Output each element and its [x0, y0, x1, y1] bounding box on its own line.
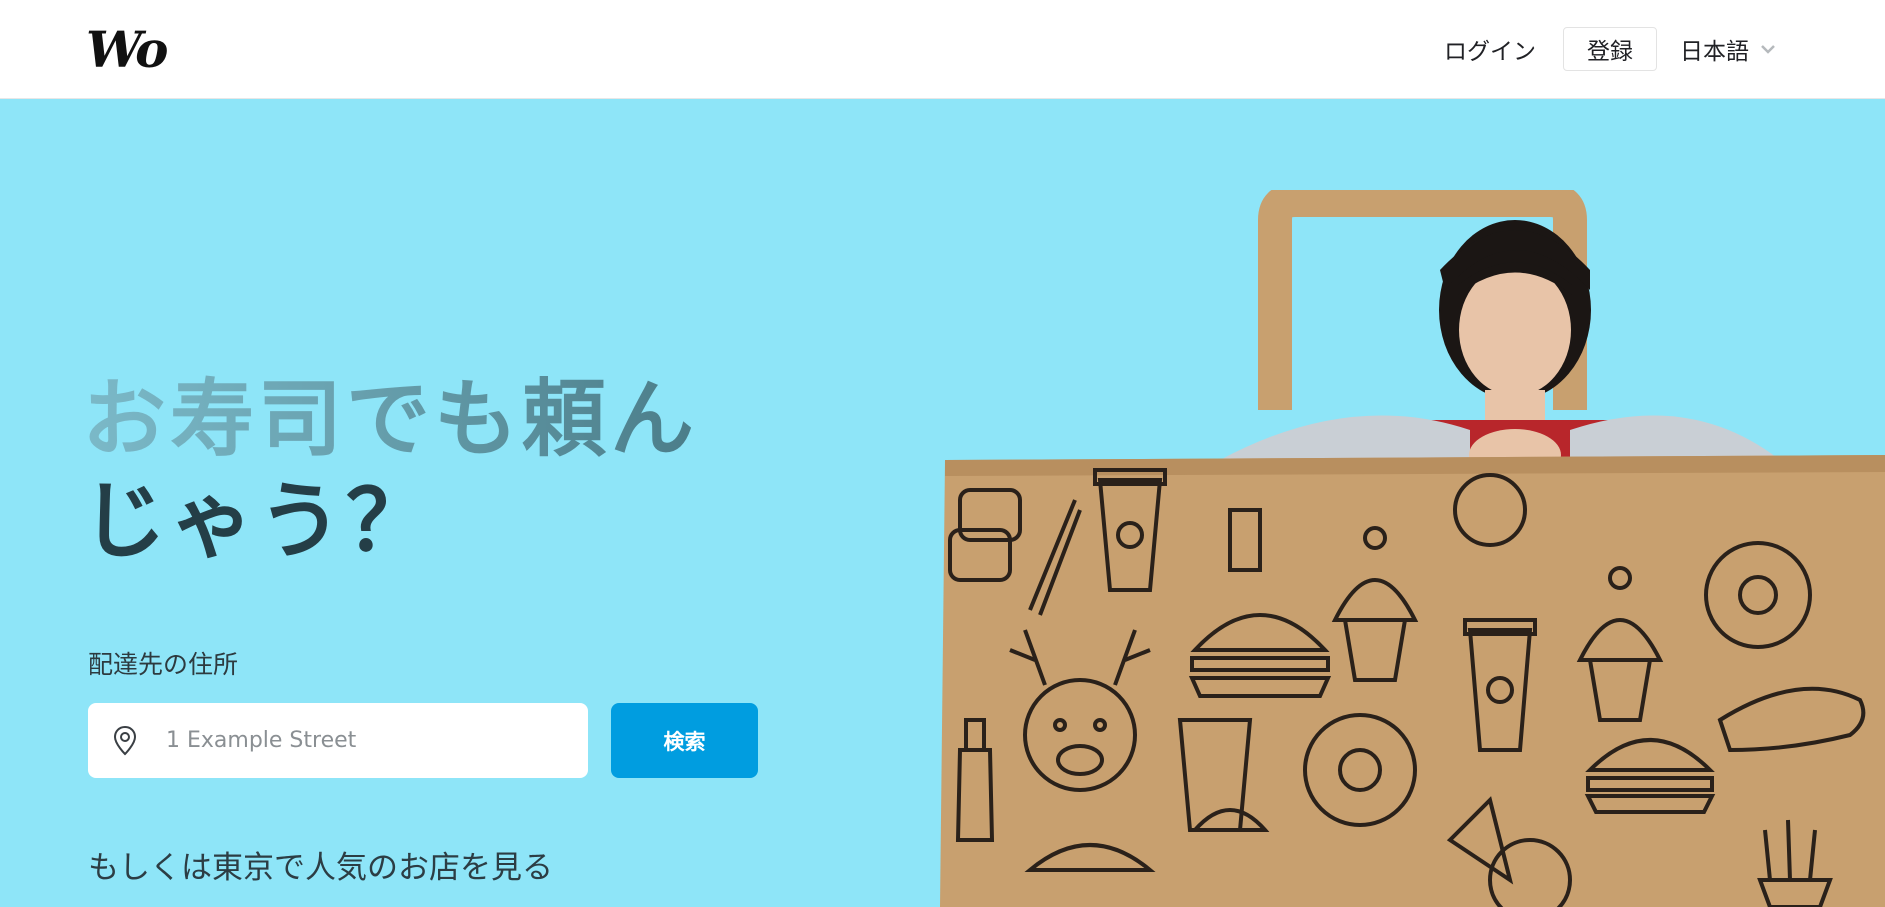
hero-illustration	[940, 190, 1885, 907]
hero-headline: お寿司でも頼ん じゃう？	[82, 368, 698, 572]
top-header: Wo ログイン 登録 日本語	[0, 0, 1885, 99]
headline-line-2: じゃう？	[82, 472, 435, 570]
language-selector[interactable]: 日本語	[1680, 32, 1777, 66]
address-input[interactable]	[164, 727, 548, 754]
language-label: 日本語	[1680, 39, 1749, 65]
search-button[interactable]: 検索	[611, 703, 758, 778]
address-input-box[interactable]	[88, 703, 588, 778]
register-button[interactable]: 登録	[1563, 27, 1657, 71]
address-label: 配達先の住所	[88, 650, 239, 679]
login-link[interactable]: ログイン	[1444, 32, 1536, 66]
chevron-down-icon	[1761, 45, 1775, 54]
logo[interactable]: Wo	[86, 22, 168, 78]
headline-line-1: お寿司でも頼ん	[82, 370, 699, 468]
location-pin-icon	[113, 725, 137, 755]
popular-stores-link[interactable]: もしくは東京で人気のお店を見る	[88, 842, 553, 887]
